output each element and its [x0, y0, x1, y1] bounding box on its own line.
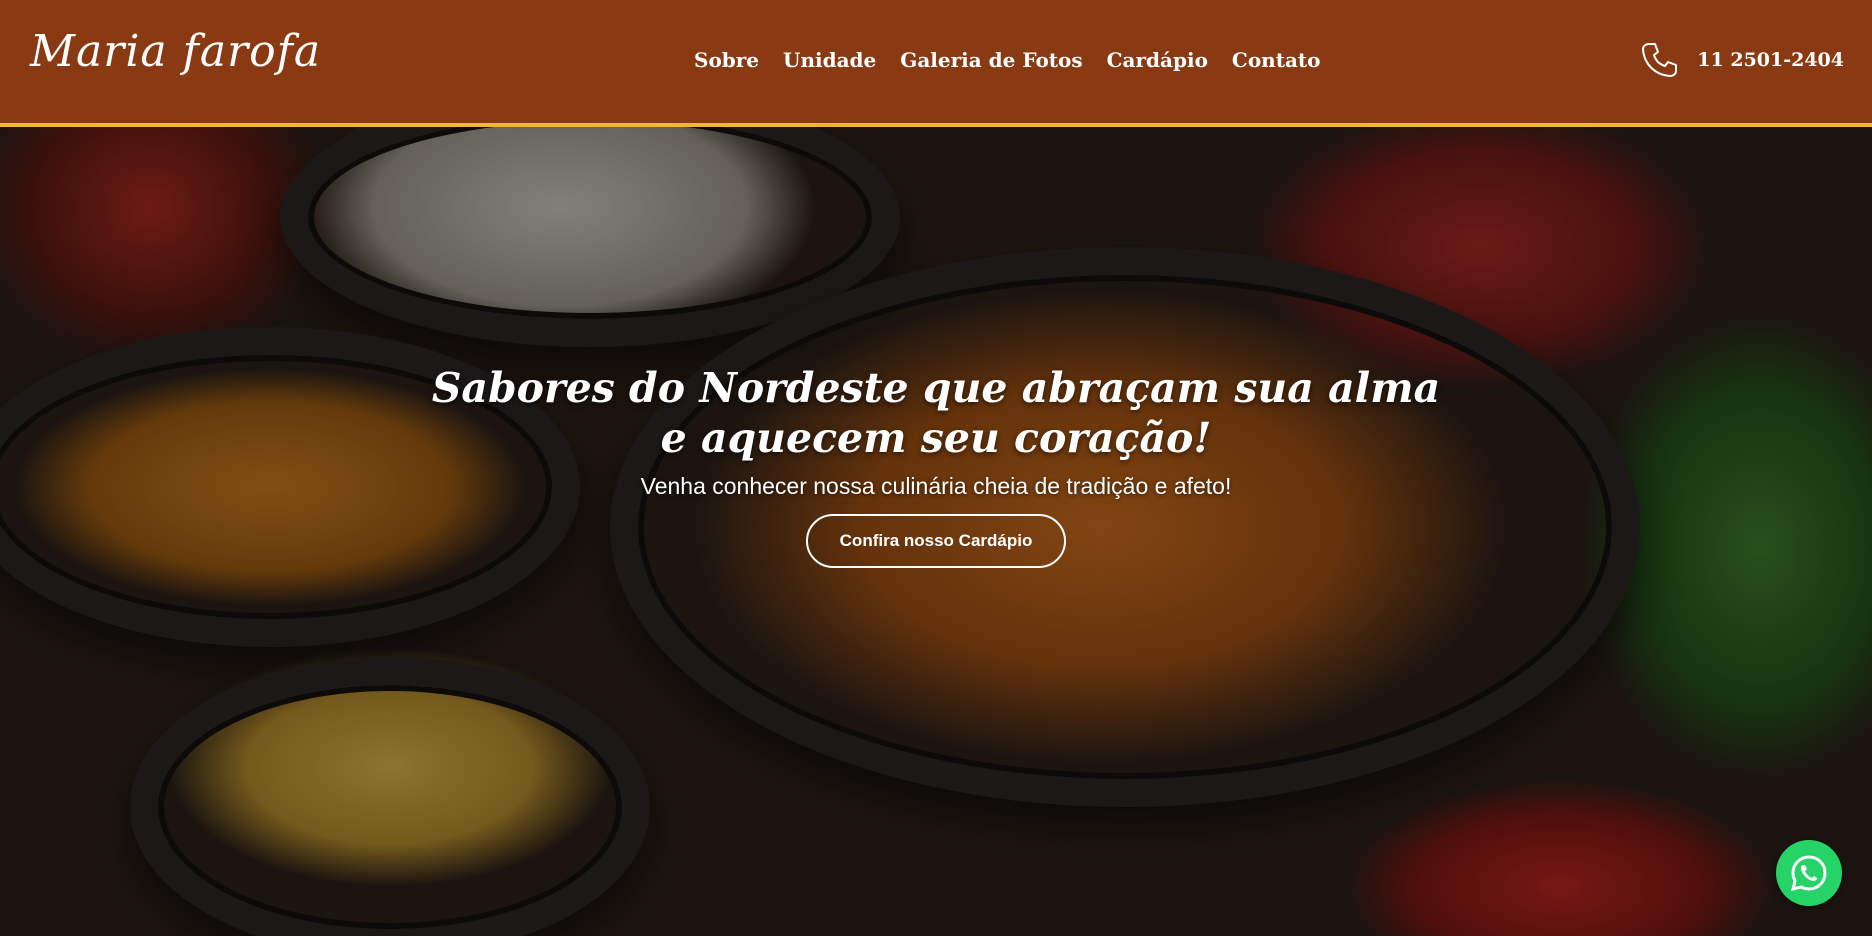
- main-nav: Sobre Unidade Galeria de Fotos Cardápio …: [694, 48, 1321, 72]
- phone-icon: [1639, 40, 1679, 80]
- site-logo[interactable]: Maria farofa: [30, 26, 321, 77]
- hero-title-line1: Sabores do Nordeste que abraçam sua alma: [431, 364, 1441, 412]
- hero-section: Sabores do Nordeste que abraçam sua alma…: [0, 127, 1872, 936]
- hero-title: Sabores do Nordeste que abraçam sua alma…: [0, 363, 1872, 463]
- hero-content: Sabores do Nordeste que abraçam sua alma…: [0, 363, 1872, 568]
- phone-number: 11 2501-2404: [1697, 49, 1844, 71]
- site-header: Maria farofa Sobre Unidade Galeria de Fo…: [0, 0, 1872, 127]
- whatsapp-button[interactable]: [1776, 840, 1842, 906]
- nav-cardapio[interactable]: Cardápio: [1107, 48, 1208, 72]
- phone-contact[interactable]: 11 2501-2404: [1639, 40, 1844, 80]
- whatsapp-icon: [1790, 855, 1827, 892]
- nav-unidade[interactable]: Unidade: [783, 48, 876, 72]
- hero-title-line2: e aquecem seu coração!: [660, 414, 1212, 462]
- hero-subtitle: Venha conhecer nossa culinária cheia de …: [640, 473, 1232, 499]
- nav-sobre[interactable]: Sobre: [694, 48, 759, 72]
- menu-cta-button[interactable]: Confira nosso Cardápio: [805, 514, 1067, 568]
- nav-galeria-de-fotos[interactable]: Galeria de Fotos: [900, 48, 1082, 72]
- nav-contato[interactable]: Contato: [1232, 48, 1321, 72]
